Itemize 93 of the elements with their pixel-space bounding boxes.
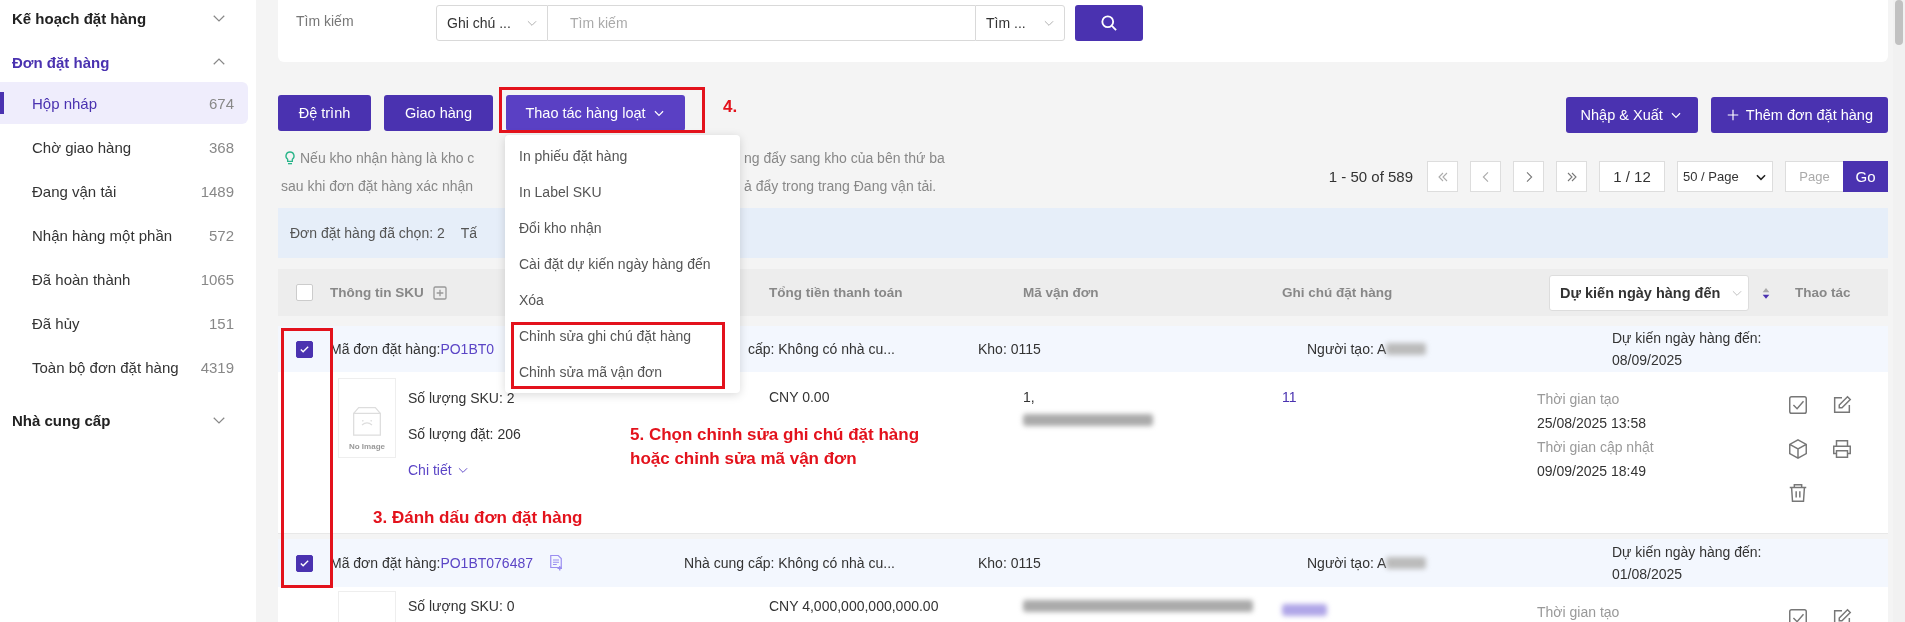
warehouse-text: Kho: 0115 (978, 341, 1042, 357)
menu-item[interactable]: Cài đặt dự kiến ngày hàng đến (515, 246, 715, 282)
details-link[interactable]: Chi tiết (408, 459, 470, 481)
menu-item[interactable]: Chỉnh sửa mã vận đơn (515, 354, 667, 390)
warehouse-text: Kho: 0115 (978, 555, 1042, 571)
edit-icon[interactable] (1831, 394, 1853, 416)
eta-label: Dự kiến ngày hàng đến: (1612, 543, 1762, 562)
checkbox[interactable] (296, 554, 313, 572)
page-field[interactable]: Page (1785, 161, 1843, 192)
nav-item[interactable]: Đã hủy 151 (0, 302, 248, 344)
search-field[interactable]: Tìm kiếm (548, 5, 975, 41)
menu-item[interactable]: Chỉnh sửa ghi chú đặt hàng (515, 318, 696, 354)
action-button[interactable]: Giao hàng (384, 95, 493, 131)
column-header: Tổng tiền thanh toán (769, 285, 904, 300)
item-count: 1065 (200, 270, 234, 288)
total-amount: CNY 0.00 (769, 389, 830, 405)
tip-text: Nếu kho nhận hàng là kho c (300, 149, 475, 168)
nav-item[interactable]: Đã hoàn thành 1065 (0, 258, 248, 300)
nav-group-header[interactable]: Nhà cung cấp (0, 400, 248, 440)
tip-text: sau khi đơn đặt hàng xác nhận (281, 177, 474, 196)
page-size-select[interactable]: 50 / Page (1677, 161, 1773, 192)
nav-item[interactable]: Hộp nháp 674 (0, 82, 248, 124)
nav-item[interactable]: Chờ giao hàng 368 (0, 126, 248, 168)
nav-group-header[interactable]: Kế hoạch đặt hàng (0, 0, 248, 38)
updated-time: 09/09/2025 18:49 (1537, 462, 1646, 481)
supplier-text: cấp: Không có nhà cu... (747, 341, 895, 357)
item-count: 368 (208, 138, 234, 156)
item-count: 572 (208, 226, 234, 244)
box-icon[interactable] (1787, 438, 1809, 460)
search-button[interactable] (1075, 5, 1143, 41)
page-indicator: 1 / 12 (1599, 161, 1665, 192)
sort-select[interactable]: Dự kiến ngày hàng đến (1549, 274, 1749, 311)
eta-date: 08/09/2025 (1612, 351, 1683, 370)
tip-text: ng đẩy sang kho của bên thứ ba (744, 149, 945, 168)
scrollbar-thumb[interactable] (1895, 0, 1903, 45)
check-icon (299, 343, 310, 355)
column-header: Mã vận đơn (1023, 285, 1100, 300)
annotation-text: 4. (723, 96, 738, 118)
column-header: Thông tin SKU (330, 285, 424, 300)
check-icon (299, 557, 310, 569)
nav-group-header[interactable]: Đơn đặt hàng (0, 42, 248, 82)
plus-icon (1725, 108, 1740, 122)
menu-item[interactable]: Xóa (515, 282, 548, 318)
created-label: Thời gian tạo (1537, 390, 1620, 409)
menu-item[interactable]: In Label SKU (515, 174, 606, 210)
trash-icon[interactable] (1787, 482, 1809, 504)
nav-item[interactable]: Toàn bộ đơn đặt hàng 4319 (0, 346, 248, 388)
item-count: 151 (208, 314, 234, 332)
search-label: Tìm kiếm (296, 13, 355, 29)
print-icon[interactable] (1831, 438, 1853, 460)
order-link[interactable]: PO1BT076487 (440, 555, 533, 571)
annotation-text: 5. Chọn chỉnh sửa ghi chú đặt hàng hoặc chỉnh sửa mã vận đơn (630, 424, 920, 470)
order-note: 11 (1282, 389, 1297, 405)
placeholder-text: No Image (349, 442, 385, 451)
confirm-icon[interactable] (1787, 394, 1809, 416)
column-header: Thao tác (1795, 285, 1852, 300)
action-button[interactable]: Đệ trình (278, 95, 371, 131)
add-order-button[interactable]: Thêm đơn đặt hàng (1710, 97, 1888, 133)
item-count: 1489 (200, 182, 234, 200)
sku-count: Số lượng SKU: 2 (408, 389, 516, 408)
column-header: Ghi chú đặt hàng (1282, 285, 1394, 300)
add-note-icon[interactable] (547, 553, 565, 573)
search-mode-select[interactable]: Tìm ... (975, 5, 1065, 41)
item-count: 674 (208, 94, 234, 112)
total-amount: CNY 4,000,000,000,000.00 (769, 598, 939, 614)
annotation-text: 3. Đánh dấu đơn đặt hàng (373, 507, 583, 529)
creator-text: Người tạo: A (1307, 341, 1387, 357)
updated-label: Thời gian cập nhật (1537, 438, 1654, 457)
nav-item[interactable]: Đang vận tải 1489 (0, 170, 248, 212)
eta-label: Dự kiến ngày hàng đến: (1612, 329, 1762, 348)
selection-count: Đơn đặt hàng đã chọn: 2 (290, 225, 445, 241)
go-button[interactable]: Go (1843, 161, 1888, 192)
creator-text: Người tạo: A (1307, 555, 1387, 571)
checkbox[interactable] (296, 340, 313, 358)
nav-item[interactable]: Nhận hàng một phần 572 (0, 214, 248, 256)
dropdown-button[interactable]: Thao tác hàng loạt (506, 95, 685, 131)
search-icon (1099, 13, 1119, 33)
selection-text: Tấ (460, 225, 478, 241)
field-select[interactable]: Ghi chú ... (436, 5, 548, 41)
tip-text: ả đẩy trong trang Đang vận tải. (744, 177, 937, 196)
created-label: Thời gian tạo (1537, 603, 1620, 622)
menu-item[interactable]: In phiếu đặt hàng (515, 138, 632, 174)
tracking-number: 1, (1023, 388, 1035, 407)
created-time: 25/08/2025 13:58 (1537, 414, 1646, 433)
item-count: 4319 (200, 358, 234, 376)
order-quantity: Số lượng đặt: 206 (408, 425, 521, 444)
eta-date: 01/08/2025 (1612, 565, 1683, 584)
page-range: 1 - 50 of 589 (1328, 168, 1413, 185)
sku-count: Số lượng SKU: 0 (408, 597, 515, 616)
menu-item[interactable]: Đổi kho nhận (515, 210, 606, 246)
supplier-text: Nhà cung cấp: Không có nhà cu... (684, 555, 895, 571)
dropdown-button[interactable]: Nhập & Xuất (1565, 97, 1698, 133)
order-link[interactable]: PO1BT0 (440, 341, 495, 357)
